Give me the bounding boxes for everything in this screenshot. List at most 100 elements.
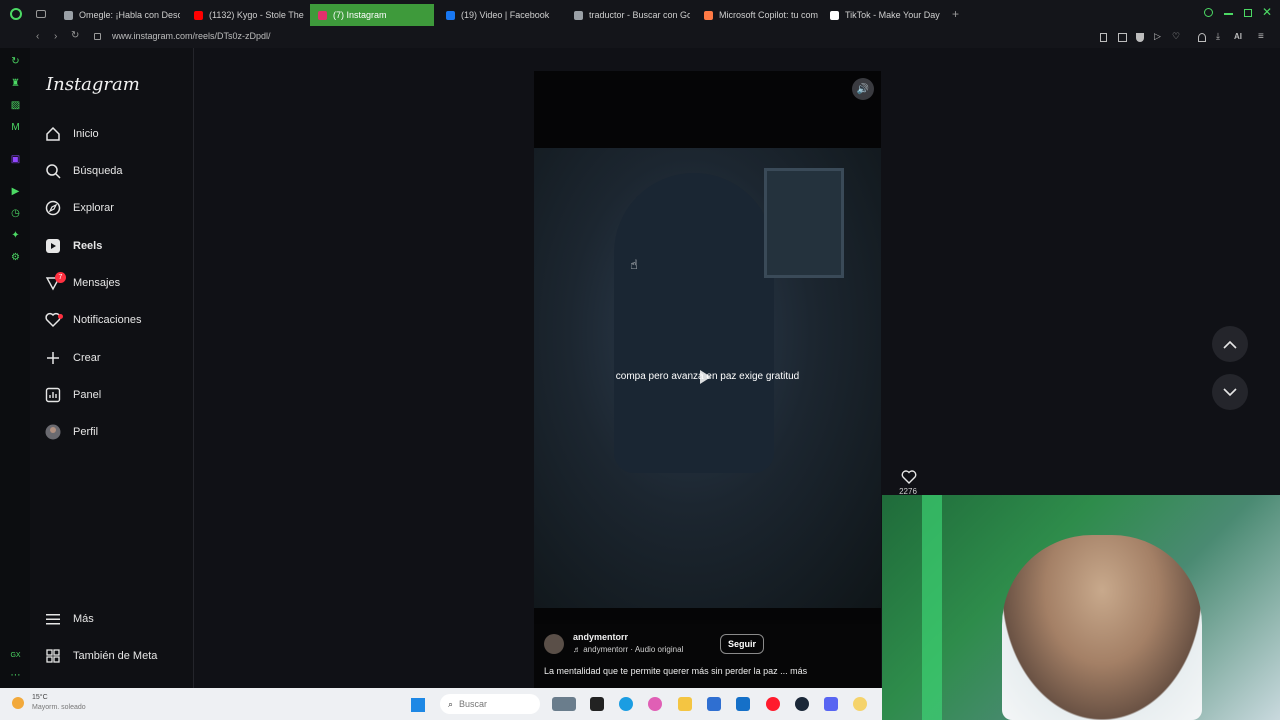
profile-toolbar-icon[interactable] (1198, 33, 1206, 42)
gx-messenger-icon[interactable]: M (10, 122, 21, 133)
settings-icon[interactable]: ⚙ (10, 252, 21, 263)
sidebar-item-heart[interactable]: Notificaciones (44, 306, 184, 334)
reels-icon (44, 237, 62, 255)
taskbar-search[interactable]: ⌕ Buscar (440, 694, 540, 714)
browser-tab[interactable]: (7) Instagram (310, 4, 434, 26)
tab-label: (19) Video | Facebook (461, 10, 550, 20)
windows-start-icon[interactable] (411, 698, 425, 712)
app-extra-icon[interactable] (853, 697, 867, 711)
browser-tab[interactable]: (1132) Kygo - Stole The Sh (186, 4, 304, 26)
file-explorer-icon[interactable] (678, 697, 692, 711)
app-terminal-icon[interactable] (590, 697, 604, 711)
sidebar-item-dashboard[interactable]: Panel (44, 381, 184, 409)
search-icon (44, 162, 62, 180)
bookmark-icon[interactable] (1100, 33, 1107, 42)
browser-tab[interactable]: TikTok - Make Your Day (822, 4, 946, 26)
like-button[interactable] (899, 467, 919, 487)
notification-dot (58, 314, 63, 319)
copilot-taskbar-icon[interactable] (648, 697, 662, 711)
tab-label: Microsoft Copilot: tu comp (719, 10, 818, 20)
google-icon (574, 10, 583, 20)
heart-toolbar-icon[interactable]: ♡ (1172, 31, 1180, 42)
sidebar-item-home[interactable]: Inicio (44, 120, 184, 148)
previous-reel-button[interactable] (1212, 326, 1248, 362)
meta-menu-item[interactable]: También de Meta (44, 642, 184, 670)
minimize-button[interactable] (1224, 13, 1233, 15)
steam-icon[interactable] (795, 697, 809, 711)
follow-button[interactable]: Seguir (720, 634, 765, 654)
menu-icon[interactable]: ≡ (1258, 31, 1264, 42)
browser-tab[interactable]: Microsoft Copilot: tu comp (696, 4, 818, 26)
sidebar-item-search[interactable]: Búsqueda (44, 157, 184, 185)
weather-widget[interactable]: 15°C Mayorm. soleado (32, 693, 86, 713)
sidebar-item-profile[interactable]: Perfil (44, 418, 184, 446)
heart-icon (44, 311, 63, 329)
reel-description[interactable]: La mentalidad que te permite querer más … (544, 666, 807, 676)
opera-gx-logo-icon[interactable] (10, 8, 22, 20)
outlook-icon[interactable] (736, 697, 750, 711)
download-icon[interactable]: ⤓ (1216, 31, 1220, 42)
gx-corner-icon[interactable]: ♜ (10, 78, 21, 89)
reel-username[interactable]: andymentorr (573, 632, 628, 642)
gx-cleaner-icon[interactable]: ▨ (10, 100, 21, 111)
discord-icon[interactable] (824, 697, 838, 711)
omegle-icon (64, 10, 73, 20)
sound-toggle-button[interactable]: 🔊 (852, 78, 874, 100)
sidebar-item-messenger[interactable]: 7 Mensajes (44, 269, 184, 297)
facebook-icon (446, 10, 455, 20)
extensions-icon[interactable]: ✦ (10, 230, 21, 241)
aria-ai-icon[interactable]: AI (1234, 32, 1242, 41)
search-tabs-icon[interactable] (1204, 8, 1213, 17)
history-icon[interactable]: ◷ (10, 208, 21, 219)
play-icon[interactable] (700, 370, 711, 384)
more-menu-item[interactable]: Más (44, 605, 184, 633)
dashboard-icon (44, 386, 62, 404)
reel-audio-label[interactable]: ♬ andymentorr · Audio original (573, 645, 683, 654)
weather-icon[interactable] (12, 697, 24, 709)
new-tab-button[interactable]: + (952, 7, 959, 21)
gx-control-icon[interactable]: ↻ (10, 56, 21, 67)
reload-icon[interactable]: ↻ (71, 30, 79, 41)
more-dots-icon[interactable]: ⋯ (10, 670, 21, 681)
reel-info-panel: andymentorr ♬ andymentorr · Audio origin… (534, 624, 881, 688)
browser-tab[interactable]: (19) Video | Facebook (438, 4, 560, 26)
forward-icon[interactable]: › (54, 31, 57, 42)
edge-icon[interactable] (619, 697, 633, 711)
sidebar-item-plus[interactable]: Crear (44, 344, 184, 372)
taskbar-search-placeholder: Buscar (459, 699, 488, 709)
next-reel-button[interactable] (1212, 374, 1248, 410)
messenger-icon: 7 (44, 272, 66, 292)
opera-icon[interactable] (766, 697, 780, 711)
flow-icon[interactable]: ▷ (1154, 31, 1161, 42)
close-window-button[interactable]: ✕ (1262, 5, 1272, 19)
chevron-down-icon (1223, 387, 1237, 396)
meta-label: También de Meta (73, 650, 158, 662)
sidebar-item-label: Crear (73, 352, 101, 364)
twitch-icon[interactable]: ▣ (10, 154, 21, 165)
sidebar-item-compass[interactable]: Explorar (44, 194, 184, 222)
tab-overview-icon[interactable] (36, 10, 46, 18)
windows-taskbar: 15°C Mayorm. soleado ⌕ Buscar (0, 688, 882, 720)
sidebar-item-label: Explorar (73, 202, 114, 214)
hamburger-icon (44, 610, 62, 628)
restore-button[interactable] (1244, 9, 1252, 17)
sidebar-item-label: Búsqueda (73, 165, 123, 177)
store-icon[interactable] (707, 697, 721, 711)
reel-player[interactable]: 🔊 compa pero avanza en paz exige gratitu… (534, 71, 881, 688)
player-icon[interactable]: ▶ (10, 186, 21, 197)
url-field[interactable]: www.instagram.com/reels/DTs0z-zDpdl/ (112, 31, 271, 41)
compass-icon (44, 199, 62, 217)
picture-frame-right (764, 168, 844, 278)
notification-badge: 7 (55, 272, 66, 283)
instagram-logo[interactable]: Instagram (46, 74, 140, 95)
browser-tab[interactable]: Omegle: ¡Habla con Desco (56, 4, 180, 26)
weather-desc: Mayorm. soleado (32, 704, 86, 711)
avatar[interactable] (544, 634, 564, 654)
snapshot-icon[interactable] (1118, 33, 1127, 42)
sidebar-item-label: Perfil (73, 426, 99, 438)
browser-tab[interactable]: traductor - Buscar con Go (566, 4, 690, 26)
sidebar-item-reels[interactable]: Reels (44, 232, 184, 260)
app-landscape-icon[interactable] (552, 697, 576, 711)
shield-icon[interactable] (1136, 33, 1144, 42)
back-icon[interactable]: ‹ (36, 31, 39, 42)
